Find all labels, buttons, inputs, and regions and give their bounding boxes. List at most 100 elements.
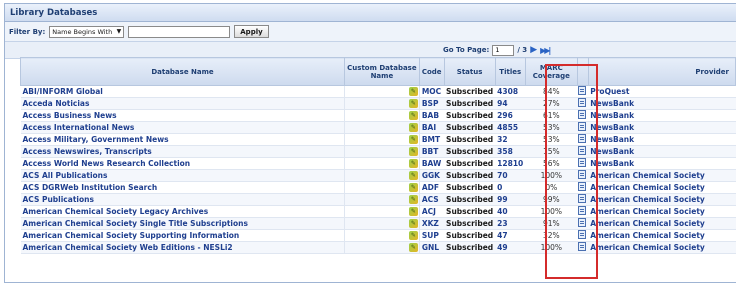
provider-link[interactable]: American Chemical Society — [588, 193, 736, 206]
table-row: Access Business News ✎ BAB Subscribed 296 61%… — [20, 109, 736, 122]
database-name-link[interactable]: ACS Publications — [20, 193, 345, 206]
filter-type-select[interactable]: Name Begins With ▼ — [49, 25, 125, 38]
database-name-link[interactable]: American Chemical Society Single Title S… — [20, 217, 345, 230]
titles-link[interactable]: 23 — [495, 217, 526, 230]
edit-pencil-icon[interactable]: ✎ — [408, 111, 418, 120]
code-cell: XKZ — [419, 217, 445, 230]
status-cell: Subscribed — [444, 181, 496, 194]
document-icon[interactable] — [578, 230, 587, 239]
doc-cell — [577, 217, 589, 230]
document-icon[interactable] — [578, 242, 587, 251]
code-cell: BAW — [419, 157, 445, 170]
titles-link[interactable]: 32 — [495, 133, 526, 146]
doc-cell — [577, 145, 589, 158]
edit-pencil-icon[interactable]: ✎ — [408, 195, 418, 204]
provider-link[interactable]: NewsBank — [588, 97, 736, 110]
last-page-icon[interactable]: ▶▶| — [540, 46, 551, 55]
titles-link[interactable]: 296 — [495, 109, 526, 122]
document-icon[interactable] — [578, 170, 587, 179]
database-name-link[interactable]: ACS DGRWeb Institution Search — [20, 181, 345, 194]
col-header-provider[interactable]: Provider — [587, 57, 736, 86]
databases-table: Database Name Custom Database Name Code … — [20, 57, 736, 254]
titles-link[interactable]: 4855 — [495, 121, 526, 134]
titles-link[interactable]: 49 — [495, 241, 526, 254]
titles-link[interactable]: 0 — [495, 181, 526, 194]
code-cell: BAB — [419, 109, 445, 122]
document-icon[interactable] — [578, 158, 587, 167]
edit-pencil-icon[interactable]: ✎ — [408, 159, 418, 168]
provider-link[interactable]: NewsBank — [588, 133, 736, 146]
database-name-link[interactable]: ACS All Publications — [20, 169, 345, 182]
provider-link[interactable]: NewsBank — [588, 157, 736, 170]
edit-pencil-icon[interactable]: ✎ — [408, 219, 418, 228]
doc-cell — [577, 85, 589, 98]
database-name-link[interactable]: American Chemical Society Legacy Archive… — [20, 205, 345, 218]
next-page-icon[interactable]: ▶ — [530, 45, 537, 55]
col-header-custom-name[interactable]: Custom Database Name — [343, 57, 420, 86]
go-to-page-label: Go To Page: — [443, 46, 490, 54]
table-row: American Chemical Society Legacy Archive… — [20, 205, 736, 218]
edit-pencil-icon[interactable]: ✎ — [408, 99, 418, 108]
edit-pencil-icon[interactable]: ✎ — [408, 123, 418, 132]
document-icon[interactable] — [578, 98, 587, 107]
database-name-link[interactable]: Access Newswires, Transcripts — [20, 145, 345, 158]
col-header-titles[interactable]: Titles — [494, 57, 526, 86]
provider-link[interactable]: NewsBank — [588, 121, 736, 134]
database-name-link[interactable]: Access World News Research Collection — [20, 157, 345, 170]
table-row: American Chemical Society Single Title S… — [20, 217, 736, 230]
edit-pencil-icon[interactable]: ✎ — [408, 207, 418, 216]
titles-link[interactable]: 99 — [495, 193, 526, 206]
provider-link[interactable]: American Chemical Society — [588, 205, 736, 218]
provider-link[interactable]: American Chemical Society — [588, 241, 736, 254]
provider-link[interactable]: American Chemical Society — [588, 229, 736, 242]
page-number-input[interactable]: 1 — [492, 44, 515, 56]
database-name-link[interactable]: American Chemical Society Supporting Inf… — [20, 229, 345, 242]
apply-button[interactable]: Apply — [234, 25, 269, 38]
provider-link[interactable]: NewsBank — [588, 109, 736, 122]
document-icon[interactable] — [578, 146, 587, 155]
database-name-link[interactable]: American Chemical Society Web Editions -… — [20, 241, 345, 254]
database-name-link[interactable]: Access International News — [20, 121, 345, 134]
database-name-link[interactable]: Access Military, Government News — [20, 133, 345, 146]
provider-link[interactable]: American Chemical Society — [588, 169, 736, 182]
titles-link[interactable]: 40 — [495, 205, 526, 218]
titles-link[interactable]: 4308 — [495, 85, 526, 98]
col-header-code[interactable]: Code — [418, 57, 445, 86]
table-row: Access World News Research Collection ✎ BA… — [20, 157, 736, 170]
col-header-database-name[interactable]: Database Name — [20, 57, 345, 86]
edit-pencil-icon[interactable]: ✎ — [408, 171, 418, 180]
edit-pencil-icon[interactable]: ✎ — [408, 231, 418, 240]
titles-link[interactable]: 94 — [495, 97, 526, 110]
database-name-link[interactable]: Access Business News — [20, 109, 345, 122]
table-row: American Chemical Society Web Editions -… — [20, 241, 736, 254]
database-name-link[interactable]: Acceda Noticias — [20, 97, 345, 110]
document-icon[interactable] — [578, 218, 587, 227]
titles-link[interactable]: 47 — [495, 229, 526, 242]
edit-pencil-icon[interactable]: ✎ — [408, 147, 418, 156]
titles-link[interactable]: 358 — [495, 145, 526, 158]
status-cell: Subscribed — [444, 241, 496, 254]
provider-link[interactable]: American Chemical Society — [588, 181, 736, 194]
edit-pencil-icon[interactable]: ✎ — [408, 135, 418, 144]
col-header-marc-coverage[interactable]: MARC Coverage — [524, 57, 578, 86]
database-name-link[interactable]: ABI/INFORM Global — [20, 85, 345, 98]
provider-link[interactable]: NewsBank — [588, 145, 736, 158]
edit-pencil-icon[interactable]: ✎ — [408, 243, 418, 252]
document-icon[interactable] — [578, 122, 587, 131]
provider-link[interactable]: American Chemical Society — [588, 217, 736, 230]
document-icon[interactable] — [578, 206, 587, 215]
document-icon[interactable] — [578, 194, 587, 203]
edit-pencil-icon[interactable]: ✎ — [408, 87, 418, 96]
document-icon[interactable] — [578, 182, 587, 191]
doc-cell — [577, 121, 589, 134]
titles-link[interactable]: 70 — [495, 169, 526, 182]
col-header-status[interactable]: Status — [443, 57, 496, 86]
document-icon[interactable] — [578, 110, 587, 119]
titles-link[interactable]: 12810 — [495, 157, 526, 170]
provider-link[interactable]: ProQuest — [588, 85, 736, 98]
filter-text-input[interactable] — [128, 25, 231, 38]
document-icon[interactable] — [578, 86, 587, 95]
marc-coverage-cell: 15% — [525, 145, 578, 158]
document-icon[interactable] — [578, 134, 587, 143]
edit-pencil-icon[interactable]: ✎ — [408, 183, 418, 192]
